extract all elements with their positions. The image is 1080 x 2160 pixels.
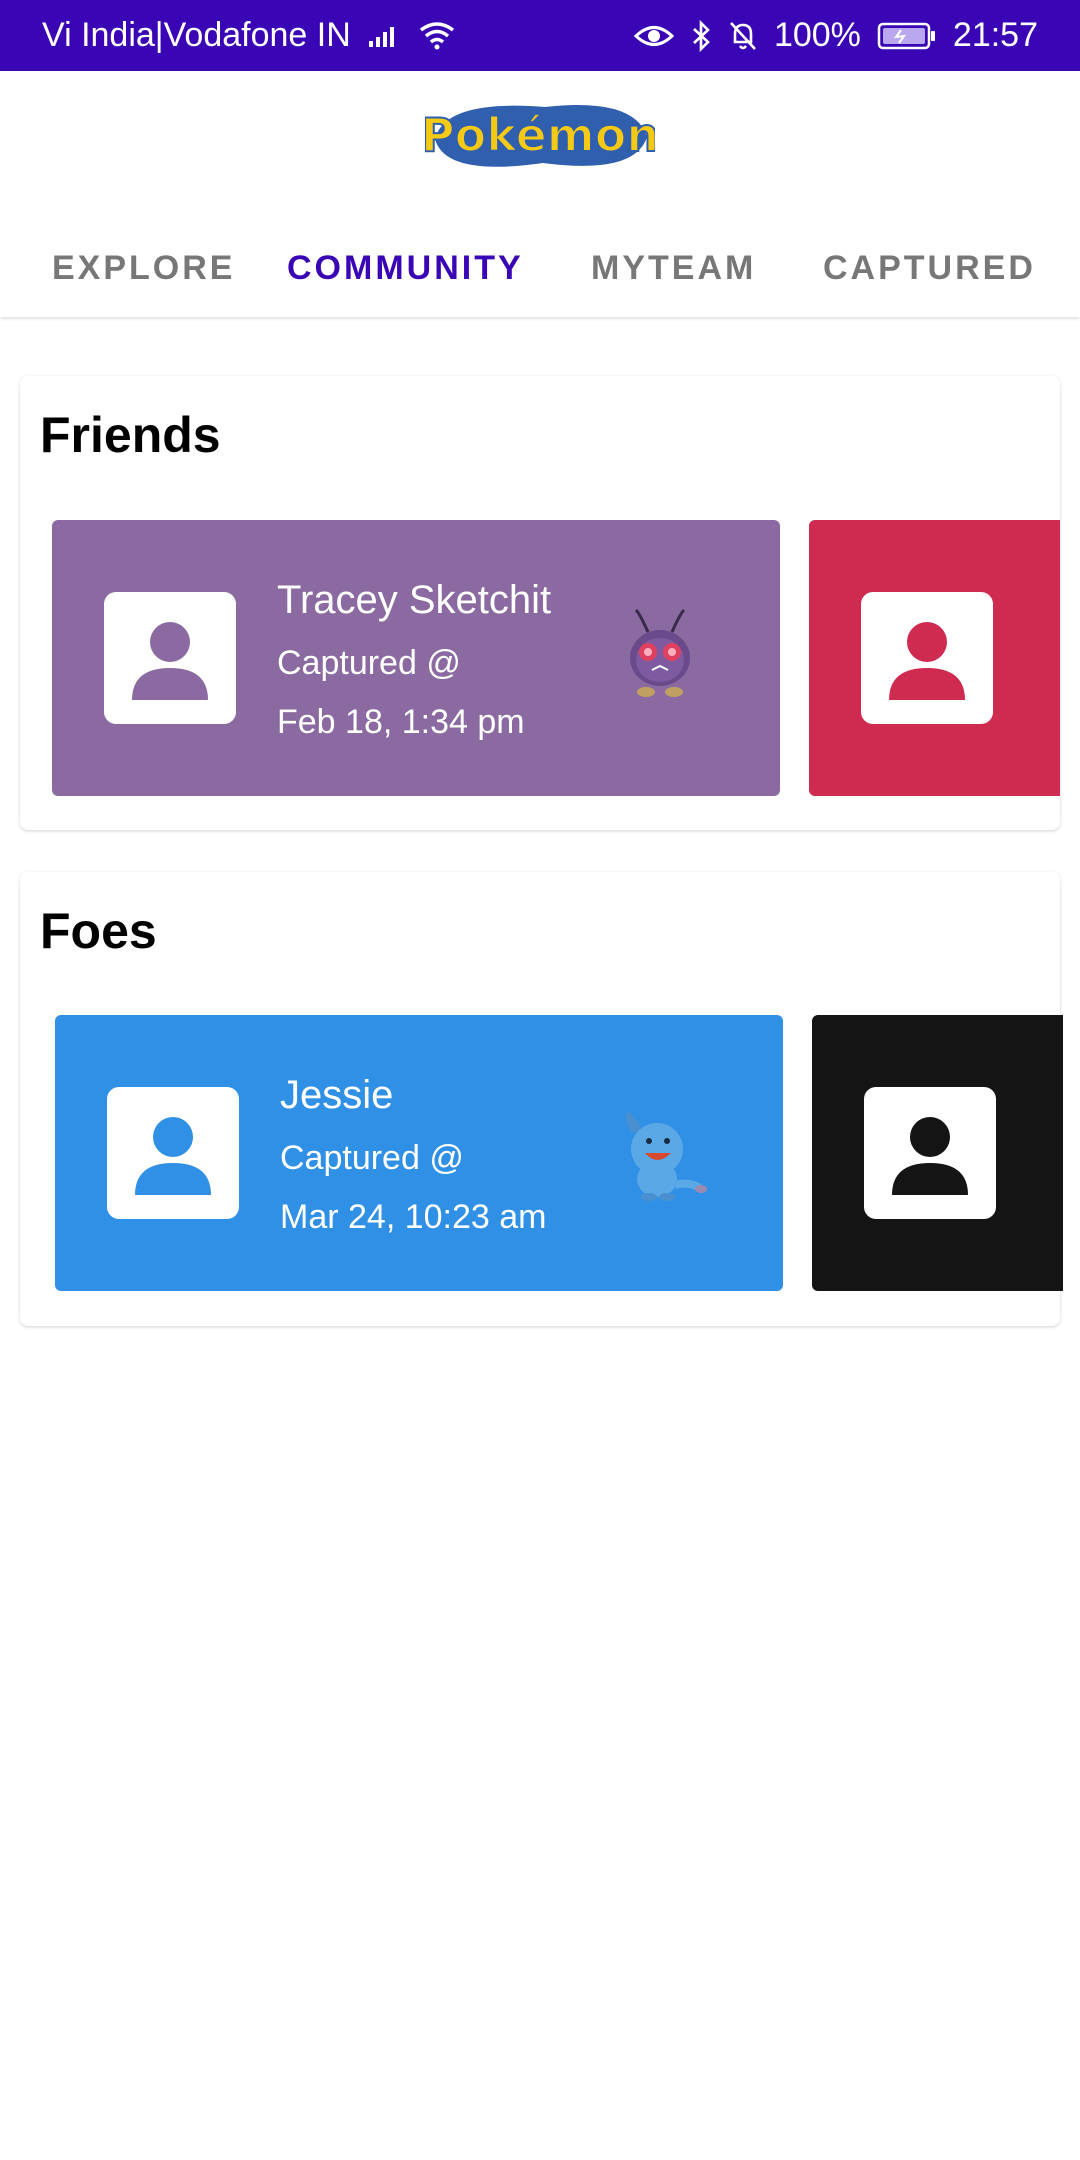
tab-bar: EXPLORE COMMUNITY MYTEAM CAPTURED (0, 231, 1080, 301)
avatar (104, 592, 236, 724)
avatar (861, 592, 993, 724)
battery-percent: 100% (773, 16, 861, 54)
friends-carousel[interactable]: Tracey Sketchit Captured @ Feb 18, 1:34 … (52, 520, 1060, 796)
friends-title: Friends (40, 407, 221, 463)
foes-section: Foes Jessie Captured @ Mar 24, 10:23 am (20, 872, 1063, 1326)
foe-name: Jessie (280, 1073, 394, 1117)
tab-captured[interactable]: CAPTURED (823, 249, 1036, 288)
avatar (107, 1087, 239, 1219)
captured-date: Mar 24, 10:23 am (280, 1198, 547, 1236)
logo-text: Pokémon (425, 108, 655, 162)
avatar (864, 1087, 996, 1219)
person-icon (892, 1117, 968, 1195)
person-icon (135, 1117, 211, 1195)
captured-label: Captured @ (280, 1139, 464, 1177)
foe-card[interactable] (812, 1015, 1063, 1291)
person-icon (889, 622, 965, 700)
friend-card[interactable] (809, 520, 1060, 796)
bell-off-icon (728, 20, 758, 52)
wifi-icon (417, 20, 457, 52)
friends-section: Friends Tracey Sketchit Captured @ Feb 1… (20, 376, 1060, 830)
foes-carousel[interactable]: Jessie Captured @ Mar 24, 10:23 am (55, 1015, 1063, 1291)
tab-explore[interactable]: EXPLORE (52, 249, 235, 288)
foes-title: Foes (40, 903, 157, 959)
tab-community[interactable]: COMMUNITY (287, 249, 524, 288)
battery-icon (877, 21, 937, 51)
person-icon (132, 622, 208, 700)
venonat-sprite (622, 608, 698, 709)
foe-card[interactable]: Jessie Captured @ Mar 24, 10:23 am (55, 1015, 783, 1291)
captured-label: Captured @ (277, 644, 461, 682)
tab-myteam[interactable]: MYTEAM (591, 249, 756, 288)
bluetooth-icon (690, 19, 712, 52)
friend-name: Tracey Sketchit (277, 578, 552, 622)
wooper-sprite (617, 1105, 713, 1206)
carrier-name: Vi India|Vodafone IN (42, 16, 351, 54)
friend-card[interactable]: Tracey Sketchit Captured @ Feb 18, 1:34 … (52, 520, 780, 796)
eye-icon (633, 23, 674, 49)
app-header: Pokémon EXPLORE COMMUNITY MYTEAM CAPTURE… (0, 71, 1080, 317)
status-bar: Vi India|Vodafone IN 100% 21:57 (0, 0, 1080, 71)
pokemon-logo: Pokémon (420, 89, 660, 181)
captured-date: Feb 18, 1:34 pm (277, 703, 525, 741)
clock: 21:57 (952, 16, 1038, 54)
signal-icon (367, 23, 401, 49)
